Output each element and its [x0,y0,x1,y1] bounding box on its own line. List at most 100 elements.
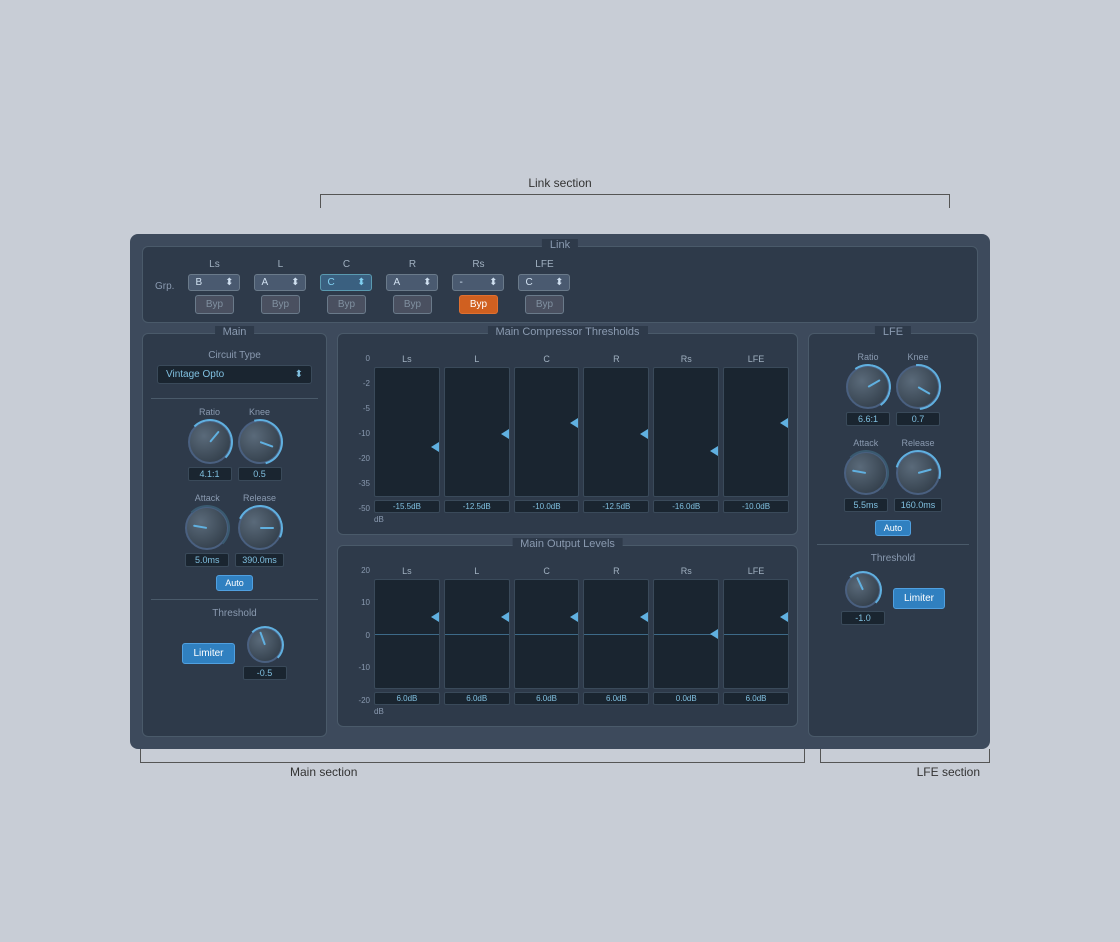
channel-name-c: C [343,259,350,270]
output-scale: 20 10 0 -10 -20 [346,566,374,705]
byp-btn-rs[interactable]: Byp [459,295,498,314]
thresh-fader-lfe[interactable] [723,367,789,497]
out-value-l: 6.0dB [444,692,510,705]
main-auto-button[interactable]: Auto [216,575,253,591]
thresh-ch-label-r: R [613,354,620,364]
link-bracket [320,194,950,208]
channel-name-l: L [278,259,284,270]
out-handle-rs [710,629,718,639]
main-limiter-button[interactable]: Limiter [182,643,234,664]
main-panel: Main Circuit Type Vintage Opto⬍ Ratio [142,333,327,737]
byp-btn-lfe[interactable]: Byp [525,295,564,314]
out-handle-ls [431,612,439,622]
link-select-l[interactable]: A⬍ [254,274,306,291]
compressor-thresholds-label: Main Compressor Thresholds [487,326,647,338]
grp-label: Grp. [155,281,174,292]
thresh-handle-r [640,429,648,439]
divider-2 [151,599,318,600]
thresh-db-label: dB [346,515,789,524]
main-knee-knob[interactable] [238,420,282,464]
thresh-fader-l[interactable] [444,367,510,497]
out-zero-rs [654,634,718,635]
lfe-divider [817,544,969,545]
output-levels-panel: Main Output Levels 20 10 0 -10 -20 [337,545,798,727]
out-channel-l: L 6.0dB [444,566,510,705]
link-select-r[interactable]: A⬍ [386,274,438,291]
lfe-release-cell: Release 160.0ms [894,438,943,512]
link-select-ls[interactable]: B⬍ [188,274,240,291]
main-threshold-knob[interactable] [247,627,283,663]
lfe-ratio-knob[interactable] [846,365,890,409]
thresh-handle-rs [710,446,718,456]
thresh-value-ls: -15.5dB [374,500,440,513]
out-fader-lfe[interactable] [723,579,789,689]
lfe-threshold-knob[interactable] [845,572,881,608]
main-attack-label: Attack [195,493,220,503]
thresh-ch-label-lfe: LFE [748,354,765,364]
lfe-bracket [820,749,990,763]
lfe-knee-knob[interactable] [896,365,940,409]
main-release-label: Release [243,493,276,503]
out-fader-rs[interactable] [653,579,719,689]
out-fader-c[interactable] [514,579,580,689]
threshold-channels: Ls -15.5dB L [374,354,789,513]
byp-btn-r[interactable]: Byp [393,295,432,314]
main-release-value: 390.0ms [235,553,284,567]
main-ratio-cell: Ratio 4.1:1 [188,407,232,481]
out-zero-l [445,634,509,635]
out-value-r: 6.0dB [583,692,649,705]
thresh-fader-rs[interactable] [653,367,719,497]
thresh-channel-c: C -10.0dB [514,354,580,513]
lfe-release-knob[interactable] [896,451,940,495]
lfe-attack-knob[interactable] [844,451,888,495]
circuit-type-select[interactable]: Vintage Opto⬍ [157,365,312,384]
thresh-channel-r: R -12.5dB [583,354,649,513]
main-release-indicator [260,527,274,529]
out-zero-lfe [724,634,788,635]
lfe-limiter-button[interactable]: Limiter [893,588,945,609]
compressor-thresholds-panel: Main Compressor Thresholds 0 -2 -5 -10 -… [337,333,798,535]
byp-btn-c[interactable]: Byp [327,295,366,314]
main-release-cell: Release 390.0ms [235,493,284,567]
out-handle-r [640,612,648,622]
main-ratio-knob[interactable] [188,420,232,464]
main-knee-cell: Knee 0.5 [238,407,282,481]
link-section: Link Grp. Ls B⬍ Byp L A⬍ Byp C C⬍ [142,246,978,323]
thresh-handle-ls [431,442,439,452]
link-section-annotation: Link section [528,176,591,190]
output-db-label: dB [346,707,789,716]
thresh-ch-label-ls: Ls [402,354,412,364]
thresh-fader-ls[interactable] [374,367,440,497]
main-attack-knob[interactable] [185,506,229,550]
thresh-ch-label-rs: Rs [681,354,692,364]
lfe-auto-button[interactable]: Auto [875,520,912,536]
thresh-channel-ls: Ls -15.5dB [374,354,440,513]
out-handle-c [570,612,578,622]
output-levels-label: Main Output Levels [512,538,623,550]
link-channel-c: C C⬍ Byp [316,259,376,314]
out-fader-r[interactable] [583,579,649,689]
main-release-knob[interactable] [238,506,282,550]
thresh-fader-c[interactable] [514,367,580,497]
out-fader-ls[interactable] [374,579,440,689]
main-attack-cell: Attack 5.0ms [185,493,229,567]
link-select-lfe[interactable]: C⬍ [518,274,570,291]
lfe-column: LFE Ratio 6.6:1 Knee [808,333,978,737]
lfe-knee-value: 0.7 [896,412,940,426]
byp-btn-l[interactable]: Byp [261,295,300,314]
thresh-fader-r[interactable] [583,367,649,497]
out-fader-l[interactable] [444,579,510,689]
main-ratio-knee-grid: Ratio 4.1:1 Knee [151,407,318,481]
link-select-c[interactable]: C⬍ [320,274,372,291]
link-label: Link [542,239,578,251]
thresh-value-l: -12.5dB [444,500,510,513]
out-zero-ls [375,634,439,635]
lfe-threshold-label: Threshold [817,553,969,564]
lfe-section-annotation: LFE section [917,765,980,779]
thresh-handle-c [570,418,578,428]
byp-btn-ls[interactable]: Byp [195,295,234,314]
lfe-knee-label: Knee [907,352,928,362]
out-value-ls: 6.0dB [374,692,440,705]
output-channels: Ls 6.0dB L [374,566,789,705]
link-select-rs[interactable]: -⬍ [452,274,504,291]
